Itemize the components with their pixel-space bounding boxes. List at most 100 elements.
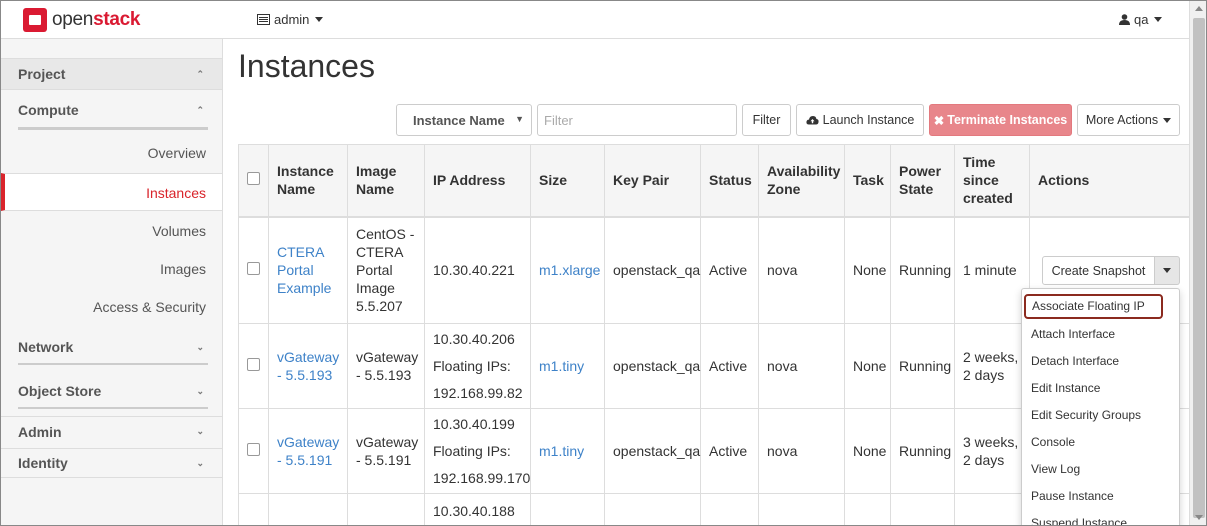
row-select-cell xyxy=(238,493,269,525)
sidebar-section-project[interactable]: Project ⌃ xyxy=(1,58,222,90)
size-link[interactable]: m1.tiny xyxy=(539,443,584,459)
column-header-status[interactable]: Status xyxy=(700,144,759,217)
sidebar-section-identity[interactable]: Identity ⌄ xyxy=(1,448,222,478)
floating-ip-value: 192.168.99.82 xyxy=(433,384,523,401)
sidebar-item-access-security[interactable]: Access & Security xyxy=(1,288,222,326)
availability-zone-cell: nova xyxy=(758,323,845,409)
instance-name-cell: vGateway - 5.5.191 xyxy=(268,408,348,494)
openstack-logo[interactable]: openstack xyxy=(23,8,140,32)
column-header-key-pair[interactable]: Key Pair xyxy=(604,144,701,217)
menu-item-associate-floating-ip[interactable]: Associate Floating IP xyxy=(1024,294,1163,319)
column-header-availability-zone[interactable]: Availability Zone xyxy=(758,144,845,217)
power-state-cell: Running xyxy=(890,323,955,409)
status-cell: Active xyxy=(700,408,759,494)
sidebar-item-overview[interactable]: Overview xyxy=(1,134,222,172)
column-header-instance-name[interactable]: Instance Name xyxy=(268,144,348,217)
user-menu[interactable]: qa xyxy=(1119,12,1163,27)
sidebar-section-compute[interactable]: Compute ⌃ xyxy=(1,95,222,125)
filter-input-placeholder: Filter xyxy=(544,113,573,128)
user-icon xyxy=(1119,14,1130,25)
divider xyxy=(18,407,208,409)
launch-instance-label: Launch Instance xyxy=(822,113,915,127)
project-list-icon xyxy=(257,14,270,25)
scroll-up-icon[interactable] xyxy=(1195,6,1203,11)
size-cell: m1.tiny xyxy=(530,323,605,409)
sidebar-section-label: Compute xyxy=(18,102,79,118)
sidebar-section-label: Project xyxy=(18,66,66,82)
key-pair-cell: openstack_qa xyxy=(604,216,701,324)
key-pair-cell: openstack_qa xyxy=(604,408,701,494)
availability-zone-cell xyxy=(758,493,845,525)
column-header-power-state[interactable]: Power State xyxy=(890,144,955,217)
menu-item-detach-interface[interactable]: Detach Interface xyxy=(1022,348,1179,375)
task-cell: None xyxy=(844,216,891,324)
vertical-scrollbar[interactable] xyxy=(1189,1,1206,525)
instance-name-link[interactable]: vGateway - 5.5.191 xyxy=(277,434,339,468)
project-switcher-label: admin xyxy=(274,12,310,27)
launch-instance-button[interactable]: Launch Instance xyxy=(796,104,924,136)
size-link[interactable]: m1.tiny xyxy=(539,358,584,374)
sidebar-section-label: Admin xyxy=(18,423,62,440)
chevron-down-icon: ⌄ xyxy=(196,426,204,436)
more-actions-button[interactable]: More Actions xyxy=(1077,104,1180,136)
divider xyxy=(18,127,208,130)
sidebar-item-instances[interactable]: Instances xyxy=(1,173,222,211)
chevron-down-icon: ⌄ xyxy=(196,385,204,396)
chevron-up-icon: ⌃ xyxy=(196,68,204,79)
menu-item-edit-instance[interactable]: Edit Instance xyxy=(1022,375,1179,402)
key-pair-cell xyxy=(604,493,701,525)
column-header-ip-address[interactable]: IP Address xyxy=(424,144,531,217)
instance-name-link[interactable]: vGateway - 5.5.193 xyxy=(277,349,339,383)
menu-item-view-log[interactable]: View Log xyxy=(1022,456,1179,483)
size-cell xyxy=(530,493,605,525)
column-header-image-name[interactable]: Image Name xyxy=(347,144,425,217)
project-switcher[interactable]: admin xyxy=(257,12,324,27)
time-since-created-cell: 2 weeks, 2 days xyxy=(954,323,1030,409)
row-select-cell xyxy=(238,408,269,494)
sidebar-item-volumes[interactable]: Volumes xyxy=(1,212,222,250)
size-cell: m1.tiny xyxy=(530,408,605,494)
menu-item-attach-interface[interactable]: Attach Interface xyxy=(1022,321,1179,348)
column-header-task[interactable]: Task xyxy=(844,144,891,217)
filter-input[interactable]: Filter xyxy=(537,104,737,136)
availability-zone-cell: nova xyxy=(758,216,845,324)
sidebar-item-images[interactable]: Images xyxy=(1,250,222,288)
scrollbar-thumb[interactable] xyxy=(1193,18,1205,518)
menu-item-console[interactable]: Console xyxy=(1022,429,1179,456)
sidebar-section-network[interactable]: Network ⌄ xyxy=(1,332,222,362)
terminate-instances-button[interactable]: ✖ Terminate Instances xyxy=(929,104,1072,136)
floating-ips-label: Floating IPs: xyxy=(433,357,511,374)
select-all-checkbox[interactable] xyxy=(247,172,260,186)
instance-name-link[interactable]: CTERA Portal Example xyxy=(277,244,331,296)
sidebar: Project ⌃ Compute ⌃ Overview Instances V… xyxy=(1,39,223,525)
menu-item-edit-security-groups[interactable]: Edit Security Groups xyxy=(1022,402,1179,429)
menu-item-suspend-instance[interactable]: Suspend Instance xyxy=(1022,510,1179,525)
chevron-down-icon: ⌄ xyxy=(196,457,204,468)
filter-field-select[interactable]: Instance Name ▼ xyxy=(396,104,532,136)
cloud-upload-icon xyxy=(806,116,819,125)
row-actions-menu: Associate Floating IP Attach Interface D… xyxy=(1021,288,1180,525)
row-checkbox[interactable] xyxy=(247,358,260,371)
column-header-time-since-created[interactable]: Time since created xyxy=(954,144,1030,217)
time-since-created-cell xyxy=(954,493,1030,525)
row-checkbox[interactable] xyxy=(247,262,260,276)
floating-ips-label: Floating IPs: xyxy=(433,442,511,459)
sidebar-section-admin[interactable]: Admin ⌄ xyxy=(1,416,222,446)
chevron-down-icon xyxy=(315,17,324,22)
sidebar-section-label: Object Store xyxy=(18,383,102,399)
sidebar-section-object-store[interactable]: Object Store ⌄ xyxy=(1,376,222,406)
row-checkbox[interactable] xyxy=(247,443,260,456)
column-header-actions: Actions xyxy=(1029,144,1190,217)
menu-item-pause-instance[interactable]: Pause Instance xyxy=(1022,483,1179,510)
image-name-cell: vGateway xyxy=(347,493,425,525)
scroll-down-icon[interactable] xyxy=(1195,515,1203,520)
select-all-cell xyxy=(238,144,269,217)
size-link[interactable]: m1.xlarge xyxy=(539,262,600,278)
row-select-cell xyxy=(238,216,269,324)
filter-button[interactable]: Filter xyxy=(742,104,791,136)
row-actions-toggle[interactable] xyxy=(1155,256,1180,285)
ip-address-cell: 10.30.40.199 Floating IPs: 192.168.99.170 xyxy=(424,408,531,494)
create-snapshot-button[interactable]: Create Snapshot xyxy=(1042,256,1155,285)
brand-name: openstack xyxy=(52,9,141,30)
column-header-size[interactable]: Size xyxy=(530,144,605,217)
